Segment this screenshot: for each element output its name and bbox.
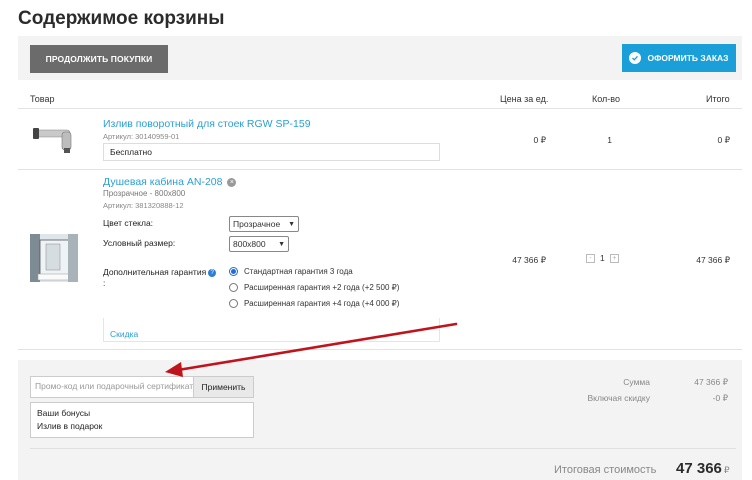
header-total: Итого [706,94,730,104]
product-variant: Прозрачное - 800x800 [103,189,186,198]
price-cell: 0 ₽ [533,135,547,145]
discount-label: Включая скидку [587,393,651,403]
glass-color-select[interactable]: Прозрачное ▼ [229,216,299,232]
warranty-option-plus2[interactable]: Расширенная гарантия +2 года (+2 500 ₽) [229,283,399,292]
help-icon[interactable]: ? [208,268,217,277]
product-title-row: Душевая кабина AN-208 × [103,176,237,188]
product-link[interactable]: Душевая кабина AN-208 [103,176,222,188]
total-label: Итоговая стоимость [554,464,657,476]
total-currency: ₽ [723,465,730,475]
discount-box: Скидка [103,318,440,342]
promo-form: Промо-код или подарочный сертификат Прим… [30,376,254,398]
promo-input[interactable]: Промо-код или подарочный сертификат [30,376,194,398]
checkout-button[interactable]: ОФОРМИТЬ ЗАКАЗ [622,44,736,72]
qty-stepper: - 1 + [586,253,619,263]
footer-divider [30,448,736,449]
total-cell: 0 ₽ [717,135,731,145]
header-price: Цена за ед. [500,94,549,104]
bonus-box: Ваши бонусы Излив в подарок [30,402,254,438]
size-select[interactable]: 800x800 ▼ [229,236,289,252]
continue-shopping-button[interactable]: ПРОДОЛЖИТЬ ПОКУПКИ [30,45,168,73]
product-image-spout[interactable] [30,118,78,158]
chevron-down-icon: ▼ [288,220,295,228]
warranty-option-standard[interactable]: Стандартная гарантия 3 года [229,267,353,276]
qty-plus-button[interactable]: + [609,253,619,263]
discount-value: -0 ₽ [712,393,728,403]
warranty-option-label: Стандартная гарантия 3 года [244,267,353,276]
bonus-title: Ваши бонусы [37,408,91,418]
product-article: Артикул: 30140959-01 [103,132,180,141]
qty-value[interactable]: 1 [600,253,605,263]
remove-icon[interactable]: × [227,177,237,187]
radio-icon[interactable] [229,299,238,308]
product-image-shower[interactable] [30,234,78,282]
price-cell: 47 366 ₽ [512,255,546,265]
glass-color-value: Прозрачное [233,219,281,229]
warranty-option-label: Расширенная гарантия +4 года (+4 000 ₽) [244,299,400,308]
header-qty: Кол-во [592,94,620,104]
total-value: 47 366 [676,460,722,477]
qty-minus-button[interactable]: - [586,253,595,263]
radio-checked-icon[interactable] [229,267,238,276]
glass-color-label: Цвет стекла: [103,218,154,228]
free-note: Бесплатно [103,143,440,161]
sum-value: 47 366 ₽ [694,377,728,387]
sum-label: Сумма [623,377,650,387]
warranty-colon: : [103,278,106,288]
product-article: Артикул: 381320888-12 [103,201,184,210]
warranty-option-plus4[interactable]: Расширенная гарантия +4 года (+4 000 ₽) [229,299,399,308]
product-link[interactable]: Излив поворотный для стоек RGW SP-159 [103,118,311,130]
cart-toolbar: ПРОДОЛЖИТЬ ПОКУПКИ ОФОРМИТЬ ЗАКАЗ [18,36,742,80]
radio-icon[interactable] [229,283,238,292]
chevron-down-icon: ▼ [278,240,285,248]
checkout-button-label: ОФОРМИТЬ ЗАКАЗ [647,53,729,63]
cart-footer: Промо-код или подарочный сертификат Прим… [18,360,742,480]
discount-link[interactable]: Скидка [110,329,138,339]
warranty-label: Дополнительная гарантия [103,267,207,277]
size-value: 800x800 [233,239,266,249]
total-value-row: 47 366 ₽ [676,460,730,477]
warranty-option-label: Расширенная гарантия +2 года (+2 500 ₽) [244,283,400,292]
total-cell: 47 366 ₽ [696,255,730,265]
check-icon [629,52,642,64]
warranty-label-row: Дополнительная гарантия? [103,267,217,277]
header-divider [18,108,742,109]
qty-cell: 1 [607,135,612,145]
size-label: Условный размер: [103,238,176,248]
row-divider [18,169,742,170]
row-divider [18,349,742,350]
header-product: Товар [30,94,55,104]
bonus-gift: Излив в подарок [37,421,103,431]
page-title: Содержимое корзины [18,8,225,29]
apply-promo-button[interactable]: Применить [194,376,254,398]
